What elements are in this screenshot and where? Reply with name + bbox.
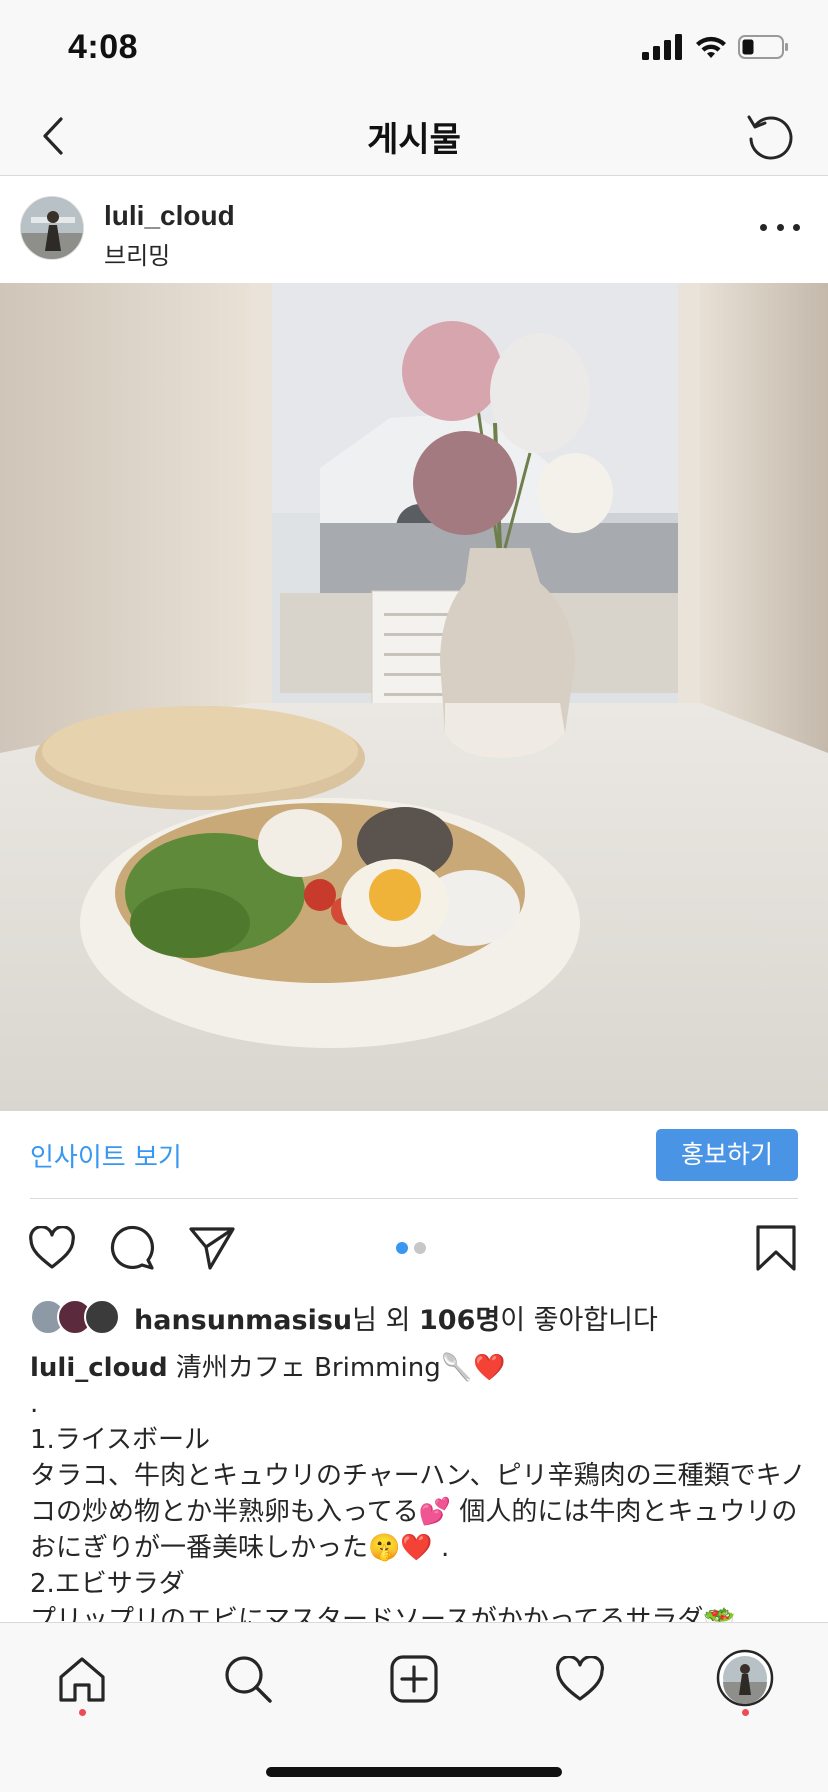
heart-icon <box>29 1226 75 1269</box>
avatar-photo <box>21 197 83 259</box>
activity-heart-icon <box>556 1656 604 1701</box>
more-dot <box>760 223 767 231</box>
tab-bar <box>0 1622 828 1792</box>
bookmark-icon <box>756 1225 796 1271</box>
tab-profile[interactable] <box>716 1649 774 1707</box>
home-icon <box>59 1657 105 1702</box>
post-location[interactable]: 브리밍 <box>104 236 170 271</box>
tab-add-post[interactable] <box>384 1649 444 1709</box>
refresh-button[interactable] <box>740 106 798 164</box>
caption-line-dot: . <box>30 1389 39 1419</box>
liker-avatar <box>84 1299 120 1335</box>
save-button[interactable] <box>750 1222 802 1274</box>
carousel-dot <box>414 1242 426 1254</box>
likes-summary[interactable]: hansunmasisu님 외 106명이 좋아합니다 <box>30 1296 658 1338</box>
more-dot <box>776 223 784 231</box>
page-title: 게시물 <box>367 120 461 160</box>
likes-count[interactable]: 106명 <box>419 1305 500 1336</box>
caption-line: 2.エビサラダ <box>30 1569 185 1599</box>
search-icon <box>225 1656 272 1703</box>
post-username[interactable]: luli_cloud <box>104 200 235 232</box>
insights-bar: 인사이트 보기 홍보하기 <box>30 1111 798 1199</box>
send-icon <box>189 1227 235 1270</box>
status-icons <box>642 34 790 60</box>
carousel-dot-active <box>396 1242 408 1254</box>
photo-illustration <box>0 283 828 1111</box>
caption-username[interactable]: luli_cloud <box>30 1353 168 1383</box>
battery-icon <box>738 35 788 59</box>
tab-home[interactable] <box>52 1649 112 1709</box>
status-time: 4:08 <box>68 28 139 66</box>
caption-title: 清州カフェ Brimming🥄❤️ <box>167 1353 506 1383</box>
nav-bar: 게시물 <box>0 96 828 176</box>
more-options-button[interactable] <box>760 212 800 242</box>
carousel-indicator <box>396 1242 426 1254</box>
post-header: luli_cloud 브리밍 <box>0 176 828 283</box>
liker-username[interactable]: hansunmasisu <box>134 1305 352 1336</box>
refresh-icon <box>747 115 793 160</box>
post-photo[interactable] <box>0 283 828 1111</box>
post-actions <box>0 1218 828 1278</box>
home-indicator[interactable] <box>266 1767 562 1777</box>
promote-button[interactable]: 홍보하기 <box>656 1129 798 1181</box>
add-post-icon <box>390 1655 438 1703</box>
more-dot <box>793 223 800 231</box>
caption-title-line: luli_cloud 清州カフェ Brimming🥄❤️ <box>30 1350 810 1386</box>
status-bar: 4:08 <box>0 0 828 96</box>
caption-line: 1.ライスボール <box>30 1425 211 1455</box>
signal-icon <box>642 34 682 60</box>
share-button[interactable] <box>186 1222 238 1274</box>
post-caption: luli_cloud 清州カフェ Brimming🥄❤️ . 1.ライスボール … <box>30 1350 810 1638</box>
view-insights-link[interactable]: 인사이트 보기 <box>30 1137 182 1174</box>
tab-search[interactable] <box>218 1649 278 1709</box>
comment-icon <box>110 1225 155 1270</box>
wifi-icon <box>696 36 726 58</box>
likes-suffix: 이 좋아합니다 <box>500 1304 658 1336</box>
liker-avatars <box>30 1299 120 1335</box>
home-notification-dot <box>79 1709 86 1716</box>
avatar[interactable] <box>20 196 84 260</box>
like-button[interactable] <box>26 1222 78 1274</box>
caption-line: タラコ、牛肉とキュウリのチャーハン、ピリ辛鶏肉の三種類でキノコの炒め物とか半熟卵… <box>30 1461 806 1563</box>
likes-text: hansunmasisu님 외 106명이 좋아합니다 <box>134 1298 658 1337</box>
comment-button[interactable] <box>106 1222 158 1274</box>
likes-middle: 님 외 <box>352 1304 420 1336</box>
profile-notification-dot <box>742 1709 749 1716</box>
profile-avatar <box>716 1649 774 1707</box>
tab-activity[interactable] <box>550 1649 610 1709</box>
